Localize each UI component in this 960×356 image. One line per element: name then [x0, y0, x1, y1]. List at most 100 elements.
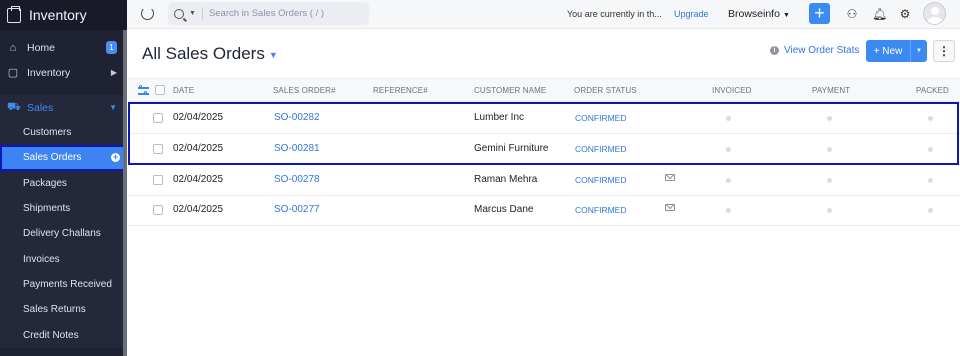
packed-status-dot — [928, 147, 933, 152]
sidebar-item-inventory[interactable]: ▢ Inventory ▶ — [0, 60, 127, 85]
chevron-down-icon[interactable]: ▼ — [189, 10, 196, 17]
page-title-text: All Sales Orders — [142, 44, 265, 63]
table-row[interactable]: 02/04/2025 SO-00282 Lumber Inc CONFIRMED — [128, 103, 960, 134]
home-icon: ⌂ — [9, 41, 17, 54]
sidebar-item-customers[interactable]: Customers — [0, 120, 127, 146]
packed-status-dot — [928, 116, 933, 121]
search-icon — [174, 8, 184, 19]
payment-status-dot — [827, 116, 832, 121]
search-input[interactable] — [208, 8, 369, 19]
chevron-down-icon: ▼ — [782, 12, 790, 19]
sidebar-item-invoices[interactable]: Invoices — [0, 246, 127, 272]
new-button[interactable]: + New ▼ — [866, 40, 927, 62]
row-date: 02/04/2025 — [173, 204, 224, 215]
sidebar-item-delivery-challans[interactable]: Delivery Challans — [0, 221, 127, 247]
chevron-down-icon[interactable]: ▼ — [911, 40, 927, 62]
column-header-invoiced[interactable]: INVOICED — [712, 86, 751, 95]
sidebar-item-label: Sales — [27, 101, 54, 114]
row-status: CONFIRMED — [575, 113, 627, 123]
bell-icon[interactable]: 🔔︎ — [872, 7, 887, 21]
sidebar-item-home[interactable]: ⌂ Home 1 — [0, 35, 127, 60]
column-header-customer-name[interactable]: CUSTOMER NAME — [474, 86, 546, 95]
column-header-sales-order[interactable]: SALES ORDER# — [273, 86, 336, 95]
row-date: 02/04/2025 — [173, 174, 224, 185]
org-switcher[interactable]: Browseinfo ▼ — [728, 8, 790, 20]
column-header-order-status[interactable]: ORDER STATUS — [574, 86, 637, 95]
sidebar-item-label: Sales Orders — [23, 152, 82, 164]
row-customer: Lumber Inc — [474, 112, 525, 123]
sidebar-item-packages[interactable]: Packages — [0, 170, 127, 196]
trial-notice: You are currently in th... — [567, 9, 662, 19]
users-icon[interactable]: ⚇ — [845, 7, 859, 21]
filter-columns-icon[interactable] — [138, 85, 149, 96]
sidebar-item-label: Home — [27, 41, 56, 54]
refresh-icon[interactable] — [141, 7, 154, 20]
invoiced-status-dot — [726, 208, 731, 213]
row-status: CONFIRMED — [575, 144, 627, 154]
gear-icon[interactable]: ⚙ — [898, 7, 912, 21]
app-brand[interactable]: Inventory — [0, 0, 127, 30]
org-name: Browseinfo — [728, 8, 780, 20]
more-options-button[interactable]: ⋮ — [933, 40, 955, 62]
row-checkbox[interactable] — [153, 113, 163, 123]
invoiced-status-dot — [726, 116, 731, 121]
sidebar-item-credit-notes[interactable]: Credit Notes — [0, 322, 127, 348]
divider — [201, 7, 203, 20]
app-title: Inventory — [29, 7, 87, 23]
sidebar-scrollbar[interactable] — [123, 30, 127, 356]
sidebar-item-shipments[interactable]: Shipments — [0, 195, 127, 222]
row-date: 02/04/2025 — [173, 143, 224, 154]
avatar[interactable] — [923, 2, 946, 25]
row-customer: Marcus Dane — [474, 204, 534, 215]
sidebar-item-sales-returns[interactable]: Sales Returns — [0, 297, 127, 323]
search-box[interactable]: ▼ — [168, 2, 369, 25]
add-icon[interactable]: + — [111, 153, 120, 163]
column-header-payment[interactable]: PAYMENT — [812, 86, 850, 95]
row-customer: Raman Mehra — [474, 174, 538, 185]
table-row[interactable]: 02/04/2025 SO-00281 Gemini Furniture CON… — [128, 134, 960, 165]
row-order-number[interactable]: SO-00277 — [274, 204, 320, 215]
chevron-down-icon: ▼ — [109, 103, 117, 112]
mail-icon[interactable] — [665, 174, 675, 181]
quick-create-button[interactable]: + — [809, 3, 830, 24]
sidebar-item-payments-received[interactable]: Payments Received — [0, 271, 127, 298]
select-all-checkbox[interactable] — [155, 85, 165, 95]
row-order-number[interactable]: SO-00278 — [274, 174, 320, 185]
view-stats-label: View Order Stats — [784, 45, 860, 56]
sidebar-item-sales-orders[interactable]: Sales Orders + — [0, 145, 127, 171]
view-order-stats-link[interactable]: i View Order Stats — [770, 45, 859, 56]
column-header-date[interactable]: DATE — [173, 86, 194, 95]
page-title[interactable]: All Sales Orders ▼ — [142, 44, 278, 64]
mail-icon[interactable] — [665, 204, 675, 211]
table-header: DATE SALES ORDER# REFERENCE# CUSTOMER NA… — [128, 78, 960, 102]
chevron-right-icon: ▶ — [110, 68, 117, 77]
cart-icon: ⛟ — [7, 100, 21, 113]
row-checkbox[interactable] — [153, 205, 163, 215]
sidebar-item-label: Inventory — [27, 66, 71, 79]
sidebar: Inventory ⌂ Home 1 ▢ Inventory ▶ ⛟ Sales… — [0, 0, 127, 356]
row-date: 02/04/2025 — [173, 112, 224, 123]
table-row[interactable]: 02/04/2025 SO-00277 Marcus Dane CONFIRME… — [128, 195, 960, 226]
column-header-packed[interactable]: PACKED — [916, 86, 949, 95]
row-order-number[interactable]: SO-00281 — [274, 143, 320, 154]
row-checkbox[interactable] — [153, 144, 163, 154]
payment-status-dot — [827, 208, 832, 213]
table-row[interactable]: 02/04/2025 SO-00278 Raman Mehra CONFIRME… — [128, 165, 960, 196]
new-button-label[interactable]: + New — [866, 40, 911, 62]
chevron-down-icon: ▼ — [268, 49, 278, 60]
row-status: CONFIRMED — [575, 175, 627, 185]
row-customer: Gemini Furniture — [474, 143, 549, 154]
row-order-number[interactable]: SO-00282 — [274, 112, 320, 123]
column-header-reference[interactable]: REFERENCE# — [373, 86, 428, 95]
sidebar-item-sales[interactable]: ⛟ Sales ▼ — [0, 95, 127, 120]
row-status: CONFIRMED — [575, 205, 627, 215]
row-checkbox[interactable] — [153, 175, 163, 185]
info-icon: i — [770, 46, 779, 55]
packed-status-dot — [928, 178, 933, 183]
invoiced-status-dot — [726, 178, 731, 183]
top-bar: ▼ You are currently in th... Upgrade Bro… — [127, 0, 960, 29]
box-icon: ▢ — [7, 67, 19, 79]
upgrade-link[interactable]: Upgrade — [674, 9, 709, 19]
inventory-logo-icon — [7, 5, 21, 23]
invoiced-status-dot — [726, 147, 731, 152]
